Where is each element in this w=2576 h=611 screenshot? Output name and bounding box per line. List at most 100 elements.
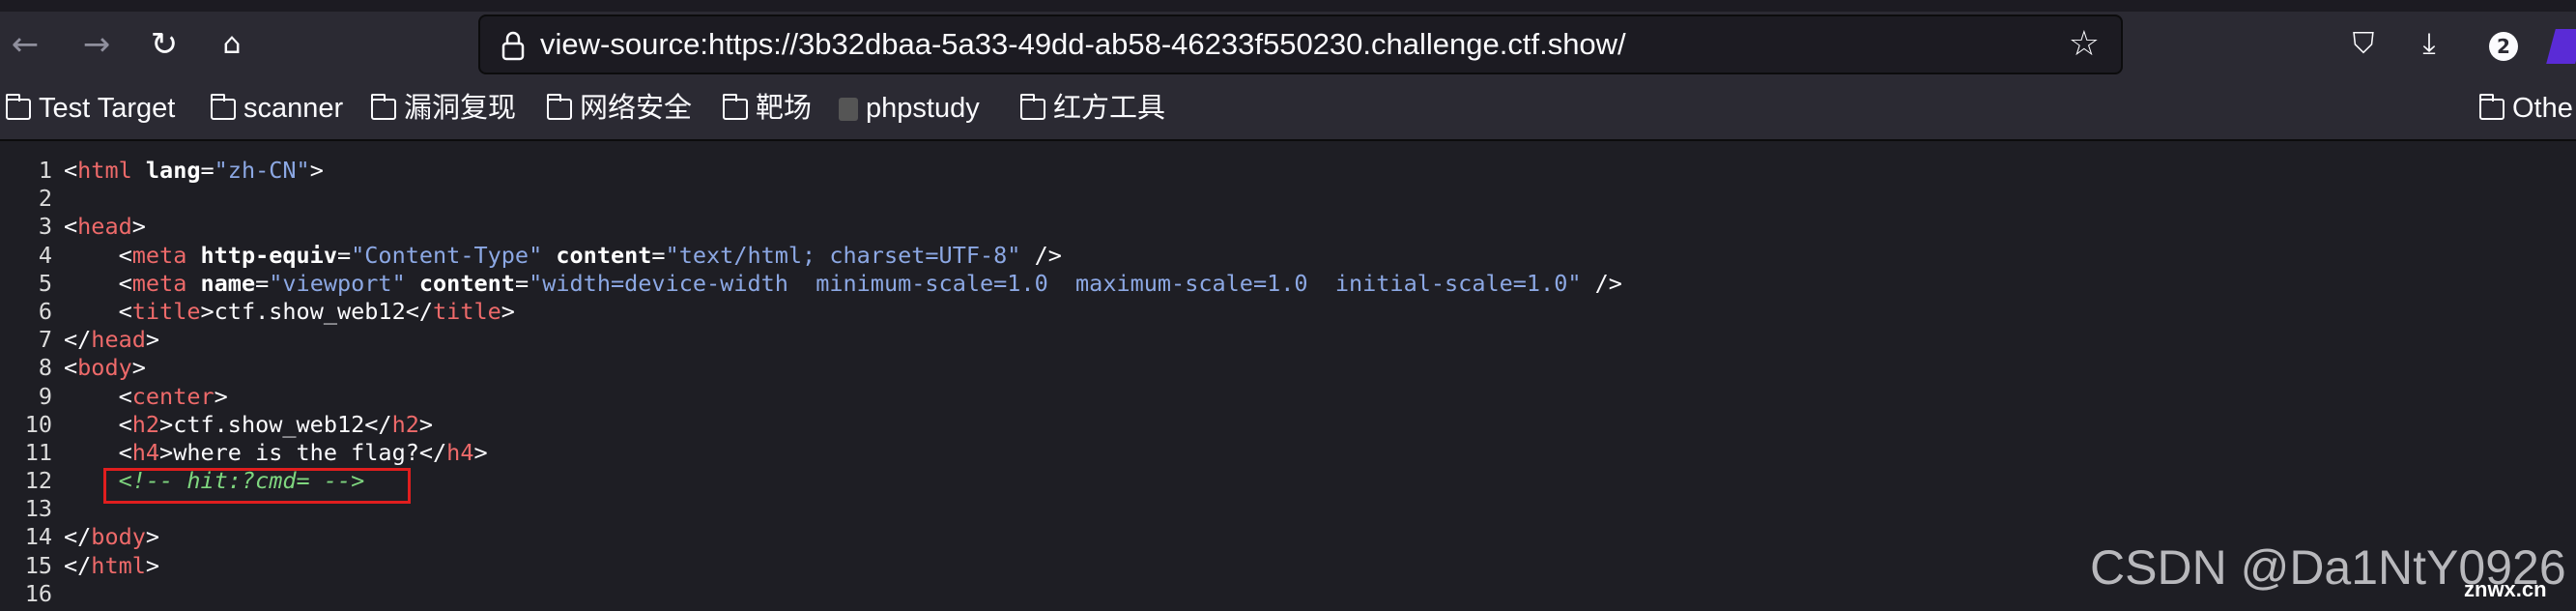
- folder-icon: [2479, 94, 2504, 120]
- forward-arrow-icon[interactable]: →: [75, 23, 118, 66]
- tag: body: [77, 354, 132, 382]
- bookmark-redteam-tools[interactable]: 红方工具: [1020, 77, 1165, 139]
- line-number: 1: [38, 157, 52, 184]
- line-number: 4: [38, 241, 52, 269]
- pocket-icon[interactable]: ⛉: [2342, 23, 2385, 66]
- source-line: 9 <center>: [0, 383, 1622, 411]
- folder-icon: [723, 94, 748, 120]
- line-number: 6: [38, 297, 52, 325]
- source-line: 3 <head>: [0, 213, 1622, 241]
- bookmark-star-icon[interactable]: ☆: [2069, 16, 2100, 73]
- bookmark-label: phpstudy: [866, 93, 980, 124]
- extension-icon[interactable]: [2546, 29, 2576, 64]
- url-text[interactable]: view-source:https://3b32dbaa-5a33-49dd-a…: [540, 16, 1626, 73]
- source-line: 6 <title>ctf.show_web12</title>: [0, 298, 1622, 326]
- tag: h4: [446, 438, 474, 466]
- folder-icon: [547, 94, 572, 120]
- source-line: 2: [0, 185, 1622, 213]
- bookmark-label: Test Target: [39, 93, 176, 124]
- text: ctf.show_web12: [173, 410, 365, 438]
- line-number: 8: [38, 354, 52, 382]
- text: where is the flag?: [173, 438, 419, 466]
- other-bookmarks[interactable]: Othe: [2479, 77, 2573, 139]
- bookmark-test-target[interactable]: Test Target: [6, 77, 175, 139]
- tag: h4: [131, 438, 160, 466]
- bookmark-netsec[interactable]: 网络安全: [547, 77, 692, 139]
- tag: title: [131, 297, 201, 325]
- line-number: 12: [24, 467, 52, 495]
- folder-icon: [211, 94, 236, 120]
- line-number: 10: [24, 410, 52, 438]
- title-strip: [0, 0, 2576, 12]
- bookmark-label: Othe: [2512, 93, 2573, 124]
- folder-icon: [371, 94, 396, 120]
- bookmark-scanner[interactable]: scanner: [211, 77, 343, 139]
- line-number: 7: [38, 326, 52, 354]
- tag: html: [91, 551, 146, 579]
- attr: content: [556, 241, 652, 269]
- tag: head: [91, 326, 146, 354]
- source-line: 11 <h4>where is the flag?</h4>: [0, 439, 1622, 467]
- source-line: 5 <meta name="viewport" content="width=d…: [0, 270, 1622, 298]
- download-icon[interactable]: ⤓: [2408, 23, 2450, 66]
- bookmark-range[interactable]: 靶场: [723, 77, 812, 139]
- attr: lang: [145, 157, 201, 184]
- source-line: 15 </html>: [0, 552, 1622, 580]
- attr-value: "zh-CN": [214, 157, 310, 184]
- tag: h2: [131, 410, 160, 438]
- tag: meta: [131, 241, 187, 269]
- tag: body: [91, 523, 146, 551]
- attr-value: "width=device-width minimum-scale=1.0 ma…: [529, 269, 1582, 297]
- line-number: 16: [24, 579, 52, 607]
- attr: content: [418, 269, 515, 297]
- source-view: 1 <html lang="zh-CN"> 2 3 <head> 4 <meta h…: [0, 157, 1622, 608]
- back-arrow-icon[interactable]: ←: [4, 23, 46, 66]
- tag: html: [77, 157, 132, 184]
- source-line: 1 <html lang="zh-CN">: [0, 157, 1622, 185]
- tag: title: [433, 297, 501, 325]
- attr: http-equiv: [200, 241, 337, 269]
- folder-icon: [1020, 94, 1045, 120]
- reload-icon[interactable]: ↻: [143, 23, 186, 66]
- text: ctf.show_web12: [214, 297, 406, 325]
- attr: name: [200, 269, 256, 297]
- bookmark-label: 漏洞复现: [404, 93, 517, 124]
- line-number: 14: [24, 523, 52, 551]
- phpstudy-icon: [839, 98, 858, 121]
- line-number: 3: [38, 213, 52, 241]
- bookmark-label: scanner: [243, 93, 344, 124]
- tag: head: [77, 213, 132, 241]
- line-number: 9: [38, 382, 52, 410]
- tag: center: [131, 382, 215, 410]
- source-line: 16: [0, 580, 1622, 608]
- tag: meta: [131, 269, 187, 297]
- line-number: 5: [38, 269, 52, 297]
- folder-icon: [6, 94, 31, 120]
- tag: h2: [391, 410, 419, 438]
- lock-icon: [501, 31, 525, 61]
- line-number: 15: [24, 551, 52, 579]
- bookmarks-bar: Test Target scanner 漏洞复现 网络安全 靶场 phpstud…: [0, 77, 2576, 141]
- bookmark-vuln-repro[interactable]: 漏洞复现: [371, 77, 516, 139]
- attr-value: "viewport": [269, 269, 406, 297]
- bookmark-label: 红方工具: [1053, 93, 1166, 124]
- bookmark-label: 网络安全: [580, 93, 693, 124]
- bookmark-label: 靶场: [756, 93, 813, 124]
- address-bar[interactable]: view-source:https://3b32dbaa-5a33-49dd-a…: [478, 15, 2123, 74]
- source-line: 4 <meta http-equiv="Content-Type" conten…: [0, 242, 1622, 270]
- line-number: 13: [24, 495, 52, 523]
- line-number: 11: [24, 438, 52, 466]
- source-line: 14 </body>: [0, 523, 1622, 551]
- toolbar: ← → ↻ ⌂ view-source:https://3b32dbaa-5a3…: [0, 12, 2576, 77]
- watermark-site: znwx.cn: [2464, 577, 2547, 601]
- home-icon[interactable]: ⌂: [211, 23, 253, 66]
- attr-value: "Content-Type": [351, 241, 543, 269]
- downloads-badge[interactable]: 2: [2489, 32, 2518, 61]
- highlight-box: [103, 468, 411, 504]
- source-line: 10 <h2>ctf.show_web12</h2>: [0, 411, 1622, 439]
- line-number: 2: [38, 185, 52, 213]
- bookmark-phpstudy[interactable]: phpstudy: [839, 77, 980, 139]
- source-line: 7 </head>: [0, 326, 1622, 354]
- source-line: 8 <body>: [0, 354, 1622, 382]
- attr-value: "text/html; charset=UTF-8": [665, 241, 1021, 269]
